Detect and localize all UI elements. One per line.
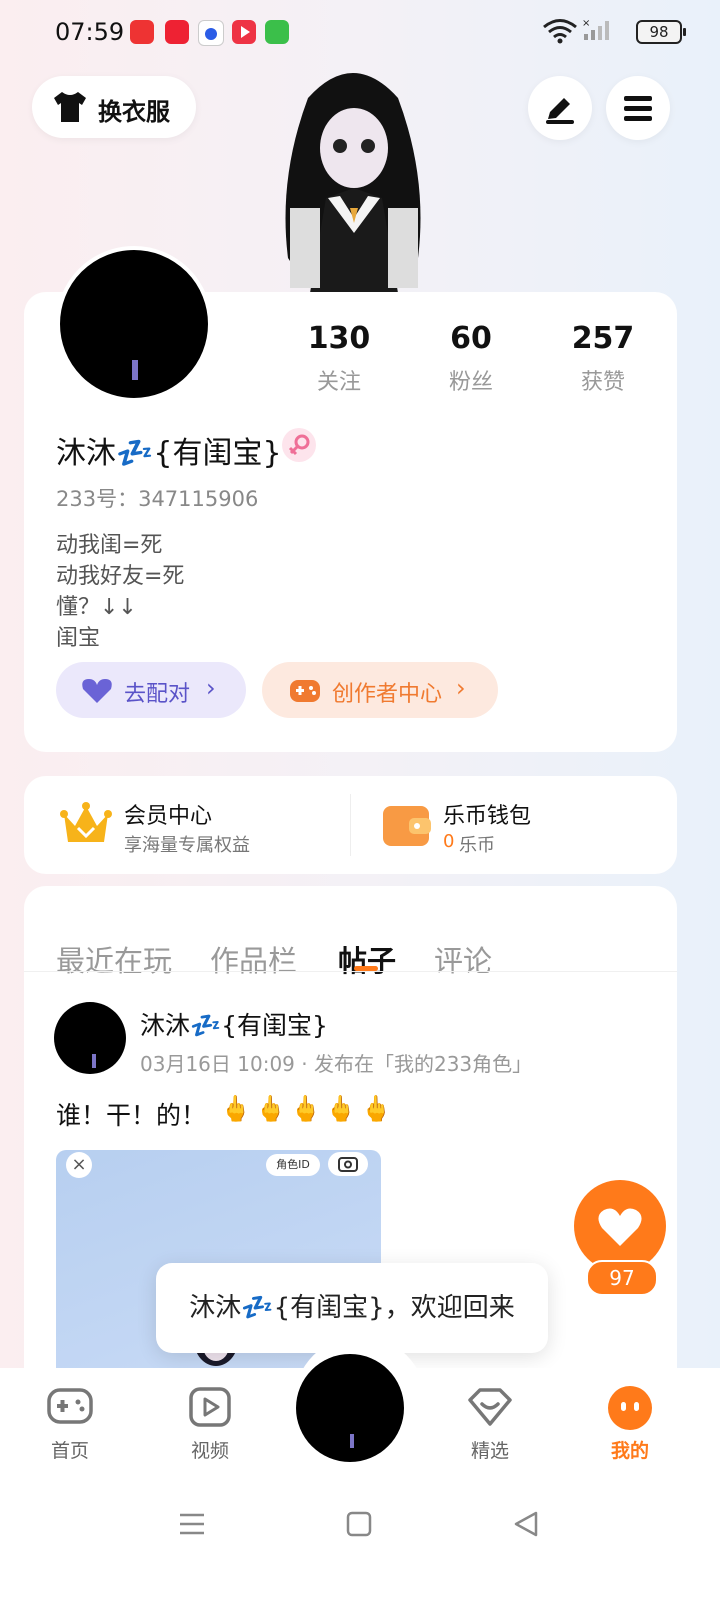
nav-mine-label: 我的 bbox=[610, 1440, 649, 1462]
post-author-avatar[interactable] bbox=[54, 1002, 126, 1074]
app-notification-icon bbox=[265, 20, 289, 44]
nav-home-label: 首页 bbox=[50, 1440, 89, 1462]
nav-featured-label: 精选 bbox=[470, 1440, 509, 1462]
bio-line: 动我好友=死 bbox=[56, 564, 185, 589]
female-gender-icon bbox=[282, 428, 316, 462]
video-icon bbox=[189, 1387, 231, 1427]
username: 沐沐💤{有闺宝} bbox=[56, 436, 282, 471]
wallet-unit: 乐币 bbox=[459, 835, 495, 856]
nav-featured[interactable]: 精选 bbox=[450, 1384, 530, 1464]
likes-label: 获赞 bbox=[580, 370, 625, 395]
profile-avatar[interactable] bbox=[56, 246, 212, 402]
vip-center-entry[interactable]: 会员中心 享海量专属权益 bbox=[24, 776, 350, 874]
post-text: 谁！干！的！ bbox=[56, 1101, 207, 1130]
vip-subtitle: 享海量专属权益 bbox=[124, 835, 250, 856]
tab-comments[interactable]: 评论 bbox=[434, 938, 492, 980]
status-time: 07:59 bbox=[55, 18, 125, 46]
bio-line: 懂？↓↓ bbox=[56, 595, 137, 620]
wallet-amount: 0 bbox=[443, 831, 455, 852]
chevron-right-icon: › bbox=[206, 674, 216, 702]
heart-icon bbox=[82, 679, 112, 703]
like-button[interactable] bbox=[574, 1180, 666, 1272]
followers-count[interactable]: 60 bbox=[411, 321, 531, 356]
app-notification-icon bbox=[232, 20, 256, 44]
vip-title: 会员中心 bbox=[124, 804, 213, 829]
profile-icon bbox=[608, 1386, 652, 1430]
wallet-icon bbox=[383, 806, 431, 846]
svg-text:×: × bbox=[582, 18, 590, 29]
gamepad-icon bbox=[47, 1388, 93, 1424]
tab-posts[interactable]: 帖子 bbox=[338, 938, 396, 980]
close-icon: × bbox=[66, 1152, 92, 1178]
bio-line: 闺宝 bbox=[56, 626, 101, 651]
following-label: 关注 bbox=[316, 370, 361, 395]
bio-line: 动我闺=死 bbox=[56, 533, 163, 558]
outfit-label: 换衣服 bbox=[98, 98, 170, 126]
nav-video-label: 视频 bbox=[190, 1440, 229, 1462]
nav-avatar-button[interactable] bbox=[296, 1354, 404, 1462]
tab-recent-play[interactable]: 最近在玩 bbox=[56, 938, 172, 980]
account-id: 233号：347115906 bbox=[56, 487, 259, 511]
post-emojis: 🖕🖕🖕🖕🖕 bbox=[220, 1094, 396, 1123]
creator-center-button[interactable]: 创作者中心 › bbox=[262, 662, 498, 718]
role-id-tag: 角色ID bbox=[266, 1154, 320, 1176]
camera-icon bbox=[328, 1152, 368, 1176]
shirt-icon bbox=[54, 92, 86, 122]
match-button[interactable]: 去配对 › bbox=[56, 662, 246, 718]
home-icon[interactable] bbox=[345, 1510, 373, 1538]
menu-button[interactable] bbox=[606, 76, 670, 140]
app-notification-icon bbox=[165, 20, 189, 44]
tab-works[interactable]: 作品栏 bbox=[210, 938, 297, 980]
app-notification-icon bbox=[130, 20, 154, 44]
battery-indicator: 98 bbox=[636, 20, 686, 44]
signal-icon: × bbox=[582, 18, 609, 40]
edit-profile-button[interactable] bbox=[528, 76, 592, 140]
baidu-icon bbox=[198, 20, 224, 46]
creator-center-label: 创作者中心 bbox=[332, 682, 443, 707]
divider bbox=[24, 971, 677, 972]
wallet-title: 乐币钱包 bbox=[443, 804, 532, 829]
following-count[interactable]: 130 bbox=[279, 321, 399, 356]
match-label: 去配对 bbox=[124, 682, 191, 707]
menu-icon bbox=[624, 96, 652, 121]
heart-icon bbox=[598, 1208, 642, 1246]
like-count: 97 bbox=[586, 1260, 658, 1296]
crown-icon bbox=[60, 802, 112, 842]
edit-pencil-icon bbox=[546, 98, 574, 124]
followers-label: 粉丝 bbox=[448, 370, 493, 395]
character-avatar-figure[interactable] bbox=[268, 58, 438, 296]
recent-apps-icon[interactable] bbox=[178, 1510, 206, 1538]
chevron-right-icon: › bbox=[456, 674, 466, 702]
nav-video[interactable]: 视频 bbox=[170, 1384, 250, 1464]
wallet-entry[interactable]: 乐币钱包 0 乐币 bbox=[351, 776, 677, 874]
back-icon[interactable] bbox=[512, 1510, 540, 1538]
wifi-icon bbox=[543, 19, 577, 44]
likes-count[interactable]: 257 bbox=[543, 321, 663, 356]
nav-mine[interactable]: 我的 bbox=[590, 1384, 670, 1464]
gamepad-icon bbox=[290, 680, 320, 702]
post-meta: 03月16日 10:09 · 发布在「我的233角色」 bbox=[140, 1052, 533, 1076]
heart-shield-icon bbox=[468, 1388, 512, 1426]
nav-home[interactable]: 首页 bbox=[30, 1384, 110, 1464]
post-author-name[interactable]: 沐沐💤{有闺宝} bbox=[140, 1006, 328, 1042]
